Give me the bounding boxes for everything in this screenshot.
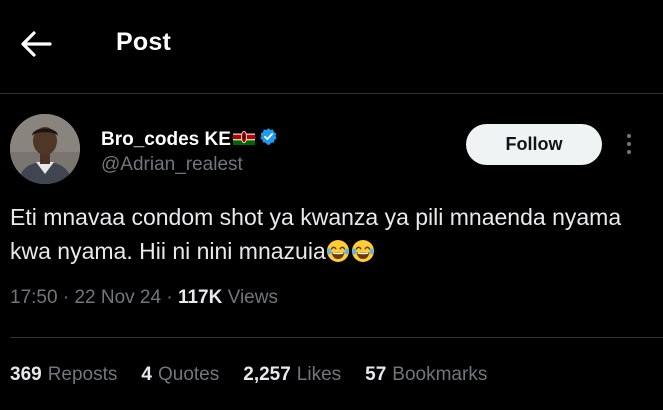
tweet-text: Eti mnavaa condom shot ya kwanza ya pili… [10, 200, 655, 268]
header-divider [0, 93, 663, 94]
bookmarks-label: Bookmarks [392, 364, 488, 385]
tweet-body: Eti mnavaa condom shot ya kwanza ya pili… [10, 204, 622, 264]
quotes-label: Quotes [157, 364, 220, 385]
display-name[interactable]: Bro_codes KE [101, 127, 278, 152]
reposts-stat[interactable]: 369 Reposts [10, 364, 117, 386]
views-label: Views [227, 287, 278, 308]
reposts-count: 369 [10, 364, 42, 385]
likes-label: Likes [296, 364, 342, 385]
more-options-button[interactable] [619, 128, 639, 160]
laughing-tears-emoji-icon [351, 240, 374, 262]
laughing-tears-emoji-icon [326, 240, 349, 262]
avatar-photo [10, 114, 80, 184]
follow-button[interactable]: Follow [466, 124, 602, 165]
reposts-label: Reposts [47, 364, 118, 385]
meta-separator: · [62, 287, 70, 308]
top-bar: Post [0, 0, 663, 92]
engagement-stats: 369 Reposts 4 Quotes 2,257 Likes 57 Bookmark… [10, 364, 511, 386]
meta-divider [10, 337, 663, 338]
meta-separator: · [166, 287, 173, 308]
post-time[interactable]: 17:50 [10, 287, 58, 308]
likes-stat[interactable]: 2,257 Likes [243, 364, 341, 386]
post-meta: 17:50 · 22 Nov 24 · 117K Views [10, 287, 278, 309]
views-count: 117K [177, 287, 223, 308]
quotes-stat[interactable]: 4 Quotes [141, 364, 219, 386]
bookmarks-count: 57 [365, 364, 387, 385]
bookmarks-stat[interactable]: 57 Bookmarks [365, 364, 487, 386]
likes-count: 2,257 [243, 364, 291, 385]
quotes-count: 4 [141, 364, 152, 385]
avatar[interactable] [10, 114, 80, 184]
back-button[interactable] [16, 26, 56, 62]
page-title: Post [116, 28, 171, 56]
post-date[interactable]: 22 Nov 24 [74, 287, 161, 308]
display-name-text: Bro_codes KE [101, 128, 231, 150]
more-vertical-icon [627, 134, 631, 138]
user-handle[interactable]: @Adrian_realest [101, 154, 243, 176]
verified-badge-icon[interactable] [259, 127, 278, 152]
kenya-flag-icon [232, 129, 255, 151]
arrow-left-icon [21, 31, 52, 57]
